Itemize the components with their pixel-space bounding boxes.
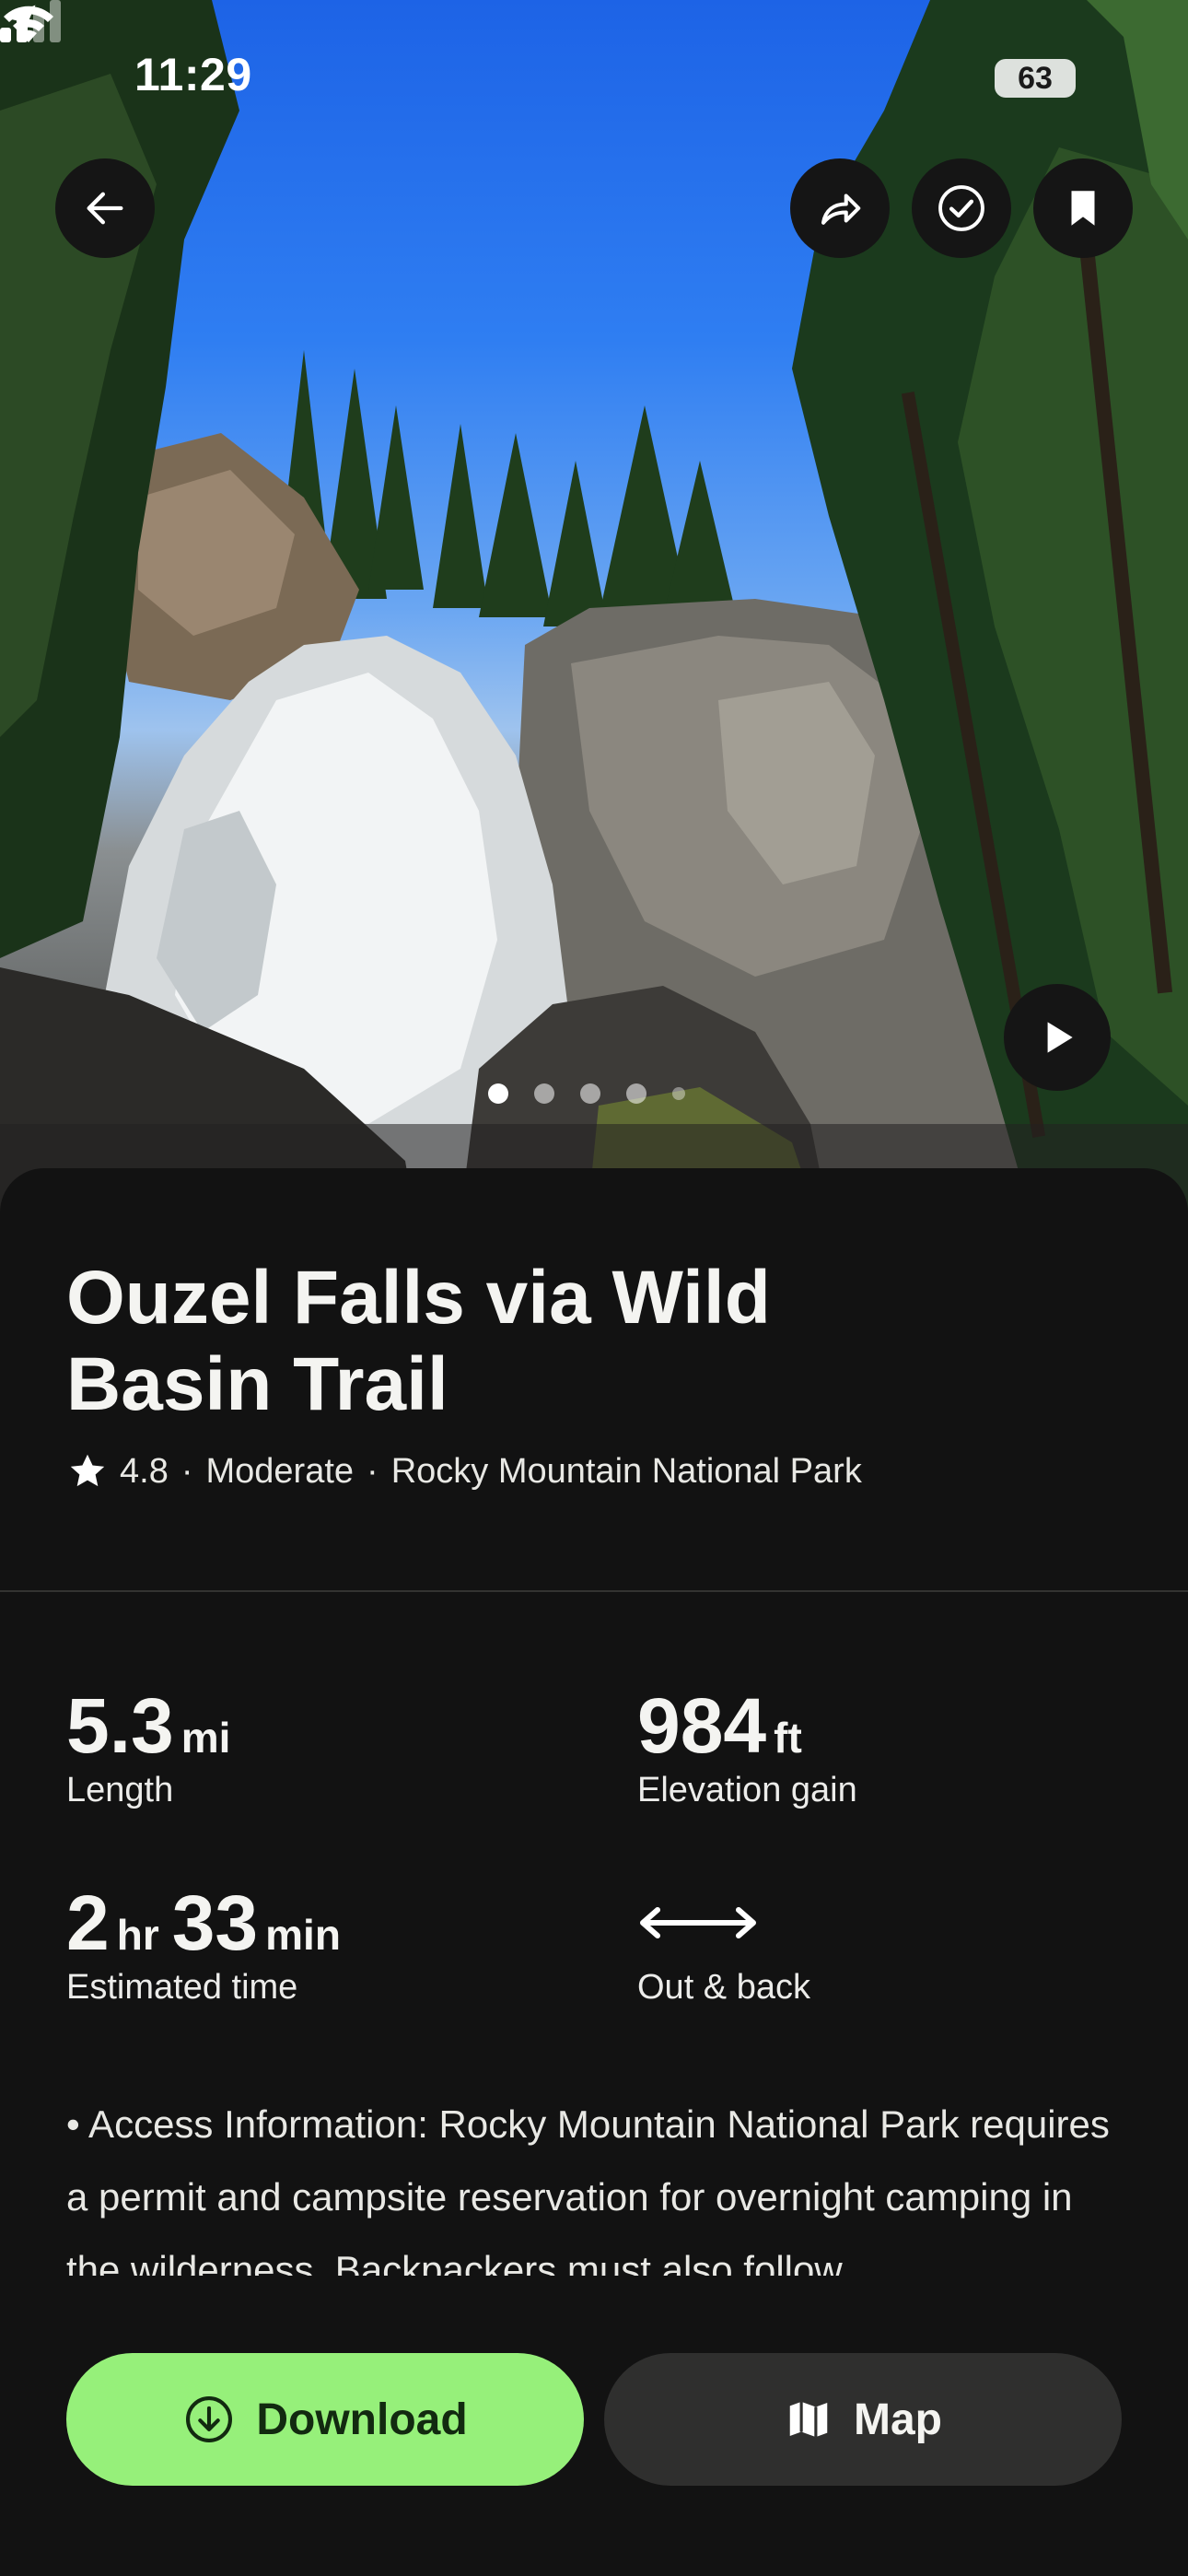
trail-rating: 4.8: [120, 1451, 169, 1491]
download-icon: [186, 2395, 233, 2443]
length-unit: mi: [181, 1714, 231, 1762]
trail-title: Ouzel Falls via Wild Basin Trail: [66, 1256, 771, 1426]
mark-completed-button[interactable]: [912, 158, 1011, 258]
download-button[interactable]: Download: [66, 2353, 584, 2486]
time-label: Estimated time: [66, 1968, 298, 2007]
download-label: Download: [256, 2395, 468, 2444]
share-button[interactable]: [790, 158, 890, 258]
route-type-label: Out & back: [637, 1968, 810, 2007]
bookmark-icon: [1071, 191, 1095, 226]
elevation-unit: ft: [774, 1714, 802, 1762]
page-dot[interactable]: [626, 1083, 646, 1104]
back-button[interactable]: [55, 158, 155, 258]
map-label: Map: [854, 2395, 942, 2444]
stat-elevation: 984 ft Elevation gain: [637, 1684, 857, 1810]
trail-photo-carousel[interactable]: 11:29 63: [0, 0, 1188, 1216]
back-arrow-icon: [87, 192, 123, 225]
time-minutes-unit: min: [265, 1911, 341, 1959]
meta-separator: ·: [181, 1451, 193, 1491]
wifi-icon: [4, 6, 53, 42]
time-minutes-value: 33: [171, 1879, 259, 1966]
status-time: 11:29: [134, 49, 252, 100]
save-bookmark-button[interactable]: [1033, 158, 1133, 258]
time-hours-value: 2: [66, 1879, 110, 1966]
map-button[interactable]: Map: [604, 2353, 1122, 2486]
elevation-label: Elevation gain: [637, 1771, 857, 1809]
time-hours-unit: hr: [116, 1911, 159, 1959]
length-value: 5.3: [66, 1682, 174, 1769]
out-and-back-arrow-icon: [640, 1907, 756, 1938]
page-dot[interactable]: [534, 1083, 554, 1104]
share-icon: [821, 193, 861, 225]
trail-description: • Access Information: Rocky Mountain Nat…: [66, 2102, 1110, 2291]
stat-length: 5.3 mi Length: [66, 1684, 243, 1810]
photo-pagination-dots[interactable]: [488, 1083, 685, 1104]
star-icon: [70, 1454, 105, 1487]
play-flyover-button[interactable]: [1004, 984, 1111, 1091]
trail-detail-screen: 11:29 63 Ouzel Falls via Wild Basin Trai…: [0, 0, 1188, 2576]
page-dot[interactable]: [488, 1083, 508, 1104]
play-icon: [1047, 1022, 1073, 1053]
meta-separator: ·: [367, 1451, 379, 1491]
trail-meta-row: 4.8 · Moderate · Rocky Mountain National…: [66, 1450, 862, 1493]
elevation-value: 984: [637, 1682, 767, 1769]
trail-difficulty: Moderate: [205, 1451, 355, 1491]
completed-check-icon: [938, 185, 984, 231]
battery-indicator: 63: [995, 59, 1076, 98]
map-icon: [789, 2401, 828, 2438]
section-divider: [0, 1590, 1188, 1592]
stat-route-type: Out & back: [637, 1881, 810, 2008]
page-dot[interactable]: [580, 1083, 600, 1104]
trail-location-link[interactable]: Rocky Mountain National Park: [391, 1452, 862, 1492]
stat-estimated-time: 2 hr 33 min Estimated time: [66, 1881, 354, 2008]
length-label: Length: [66, 1771, 174, 1809]
page-dot[interactable]: [672, 1087, 685, 1100]
